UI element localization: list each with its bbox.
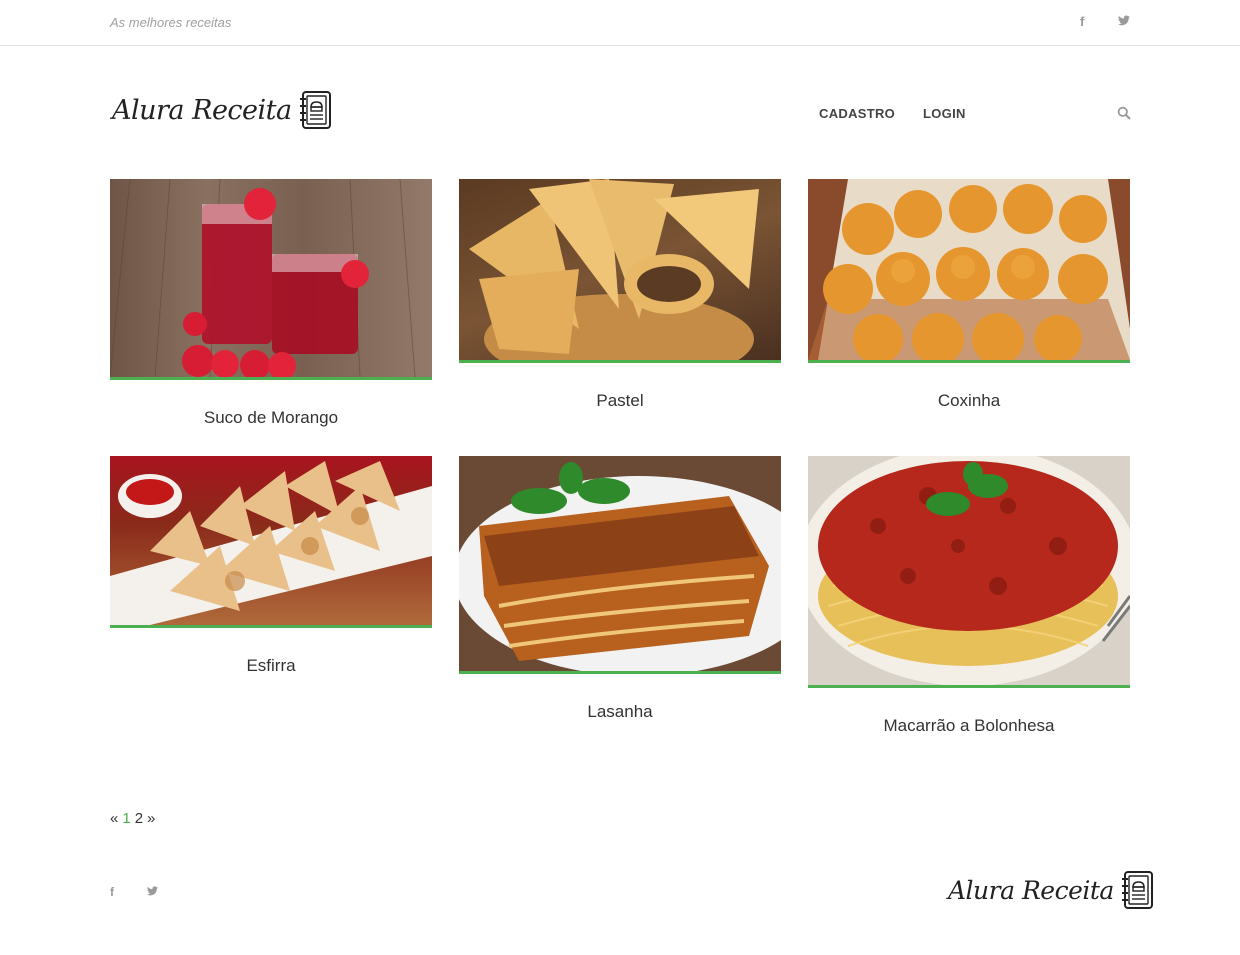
top-bar: As melhores receitas f	[0, 0, 1240, 46]
site-logo[interactable]: Alura Receita	[112, 90, 334, 130]
recipe-title[interactable]: Lasanha	[459, 702, 781, 722]
footer-twitter-icon[interactable]	[147, 885, 158, 899]
pagination-page-1[interactable]: 1	[122, 810, 130, 827]
recipe-title[interactable]: Coxinha	[808, 391, 1130, 411]
nav-login[interactable]: LOGIN	[923, 106, 966, 121]
footer-logo-text: Alura Receita	[948, 875, 1114, 905]
recipe-image[interactable]	[808, 456, 1130, 688]
recipe-image[interactable]	[808, 179, 1130, 363]
recipe-card[interactable]: Suco de Morango	[110, 179, 432, 428]
footer-facebook-icon[interactable]: f	[110, 885, 114, 899]
recipe-card[interactable]: Coxinha	[808, 179, 1130, 411]
pagination-next[interactable]: »	[147, 810, 155, 827]
macarrao-bolonhesa-photo	[808, 456, 1130, 685]
recipe-image[interactable]	[110, 179, 432, 380]
coxinha-photo	[808, 179, 1130, 360]
recipe-card[interactable]: Lasanha	[459, 456, 781, 722]
twitter-icon[interactable]	[1118, 14, 1130, 29]
lasanha-photo	[459, 462, 781, 671]
recipe-title[interactable]: Pastel	[459, 391, 781, 411]
facebook-icon[interactable]: f	[1080, 14, 1084, 29]
recipe-book-icon	[299, 91, 331, 129]
recipe-image[interactable]	[110, 456, 432, 628]
esfirra-photo	[110, 461, 432, 625]
nav-cadastro[interactable]: CADASTRO	[819, 106, 895, 121]
recipe-title[interactable]: Esfirra	[110, 656, 432, 676]
recipe-title[interactable]: Suco de Morango	[110, 408, 432, 428]
recipe-title[interactable]: Macarrão a Bolonhesa	[808, 716, 1130, 736]
tagline: As melhores receitas	[110, 15, 232, 30]
recipe-card[interactable]: Esfirra	[110, 456, 432, 676]
recipe-card[interactable]: Pastel	[459, 179, 781, 411]
recipe-card[interactable]: Macarrão a Bolonhesa	[808, 456, 1130, 736]
logo-text: Alura Receita	[112, 94, 292, 126]
recipe-book-icon	[1121, 871, 1153, 909]
pastel-photo	[469, 179, 759, 360]
search-icon[interactable]	[1117, 106, 1131, 120]
strawberry-juice-photo	[110, 179, 416, 377]
pagination: « 1 2 »	[110, 810, 155, 827]
pagination-page-2[interactable]: 2	[135, 810, 143, 827]
recipe-image[interactable]	[459, 179, 781, 363]
pagination-prev[interactable]: «	[110, 810, 118, 827]
footer-logo[interactable]: Alura Receita	[948, 870, 1156, 910]
recipe-image[interactable]	[459, 456, 781, 674]
